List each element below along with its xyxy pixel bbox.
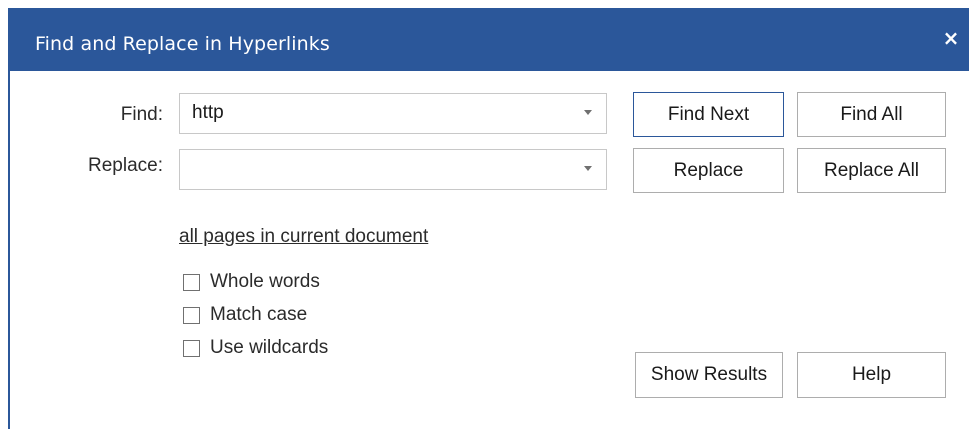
help-button[interactable]: Help xyxy=(797,352,946,398)
close-icon[interactable]: × xyxy=(937,24,965,52)
use-wildcards-label[interactable]: Use wildcards xyxy=(210,337,328,359)
use-wildcards-checkbox[interactable] xyxy=(183,340,200,357)
find-all-button[interactable]: Find All xyxy=(797,92,946,137)
find-replace-dialog: Find and Replace in Hyperlinks × Find: R… xyxy=(0,0,969,429)
match-case-label[interactable]: Match case xyxy=(210,304,307,326)
window-border xyxy=(8,71,10,429)
find-input[interactable] xyxy=(192,100,572,126)
chevron-down-icon[interactable] xyxy=(584,110,592,115)
dialog-title: Find and Replace in Hyperlinks xyxy=(35,33,330,55)
find-combobox[interactable] xyxy=(179,93,607,134)
whole-words-label[interactable]: Whole words xyxy=(210,271,320,293)
scope-link[interactable]: all pages in current document xyxy=(179,226,428,248)
chevron-down-icon[interactable] xyxy=(584,166,592,171)
replace-input[interactable] xyxy=(192,156,572,182)
find-label: Find: xyxy=(120,104,163,125)
replace-all-button[interactable]: Replace All xyxy=(797,148,946,193)
match-case-checkbox[interactable] xyxy=(183,307,200,324)
replace-combobox[interactable] xyxy=(179,149,607,190)
show-results-button[interactable]: Show Results xyxy=(635,352,783,398)
whole-words-checkbox[interactable] xyxy=(183,274,200,291)
replace-label: Replace: xyxy=(88,155,163,176)
title-bar: Find and Replace in Hyperlinks × xyxy=(8,8,969,71)
replace-button[interactable]: Replace xyxy=(633,148,784,193)
find-next-button[interactable]: Find Next xyxy=(633,92,784,137)
